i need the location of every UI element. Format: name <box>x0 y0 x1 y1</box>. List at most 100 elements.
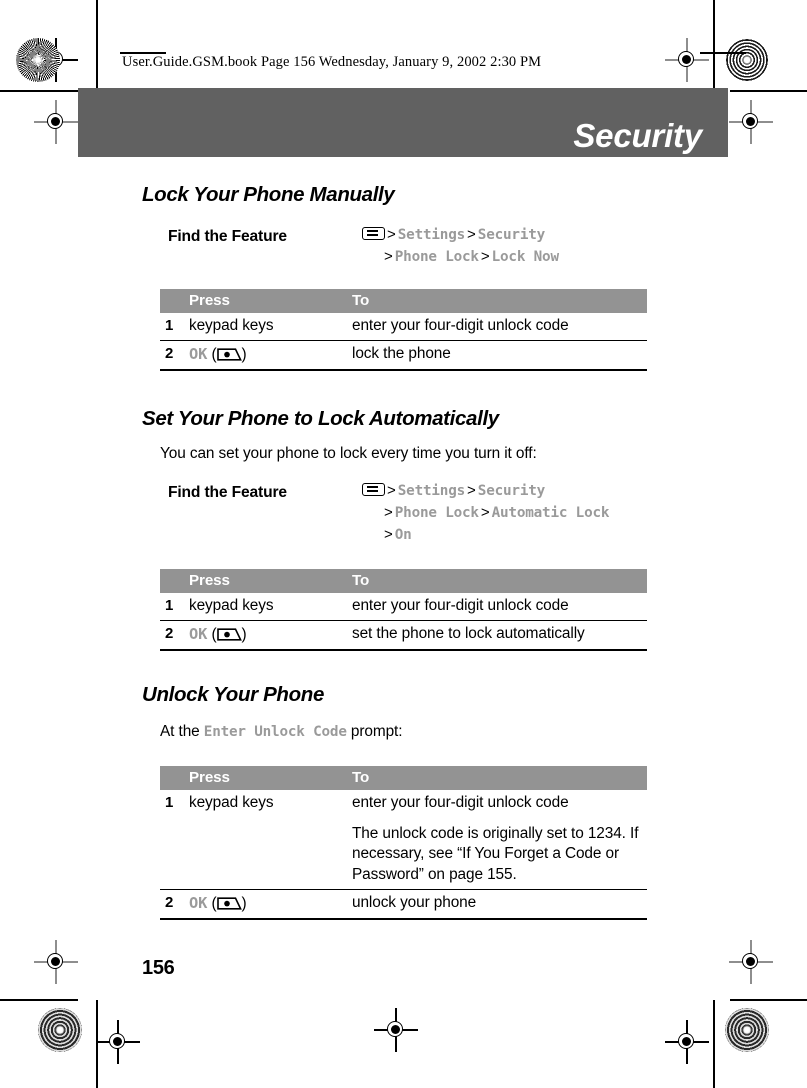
table-header-row: Press To <box>160 766 647 790</box>
step-press: OK () <box>189 340 352 372</box>
registration-target-bottom-right <box>725 1008 769 1052</box>
menu-path-item: Security <box>477 227 546 243</box>
table-header-to: To <box>352 769 370 786</box>
soft-key-paren-close: ) <box>241 346 247 364</box>
registration-mark-bottom-right-lower <box>665 1020 709 1064</box>
table-row: 2 OK () set the phone to lock automatica… <box>160 620 647 652</box>
menu-path-line: > On <box>384 526 412 543</box>
page-number: 156 <box>142 957 175 979</box>
menu-path-item: Phone Lock <box>394 249 479 265</box>
paragraph-text-after: prompt: <box>346 723 403 740</box>
trim-rule-bottom-left-vertical <box>96 1000 98 1088</box>
running-head-rule-right <box>700 52 746 54</box>
table-row: 2 OK () unlock your phone <box>160 889 647 920</box>
find-the-feature-label-1: Find the Feature <box>168 228 287 245</box>
registration-target-top-left <box>16 38 60 82</box>
table-header-press: Press <box>189 769 230 786</box>
table-header-number <box>160 766 189 790</box>
step-to-note: The unlock code is originally set to 123… <box>352 825 639 883</box>
section-heading-lock-your-phone-manually: Lock Your Phone Manually <box>142 183 395 206</box>
soft-key-paren-open: ( <box>207 895 217 912</box>
registration-mark-top-left-inner <box>34 100 78 144</box>
soft-key-icon <box>216 348 242 361</box>
trim-rule-top-left-horizontal <box>0 90 78 92</box>
find-the-feature-path-1: > Settings > Security > Phone Lock > Lock Now <box>362 224 692 268</box>
section-paragraph-2: You can set your phone to lock every tim… <box>160 445 537 462</box>
menu-path-line: > Settings > Security <box>362 224 692 246</box>
table-row: 1 keypad keys enter your four-digit unlo… <box>160 313 647 341</box>
step-press: keypad keys <box>189 317 274 334</box>
registration-mark-bottom-center <box>374 1008 418 1052</box>
trim-rule-top-left-vertical <box>96 0 98 90</box>
step-number: 2 <box>160 889 189 920</box>
registration-mark-top-right-inner <box>729 100 773 144</box>
table-header-row: Press To <box>160 289 647 313</box>
step-to: enter your four-digit unlock code <box>352 597 569 614</box>
section-heading-set-your-phone-to-lock-automatically: Set Your Phone to Lock Automatically <box>142 407 499 430</box>
step-number: 1 <box>165 597 174 614</box>
paragraph-text-before: At the <box>160 723 204 740</box>
table-row: 1 keypad keys enter your four-digit unlo… <box>160 790 647 890</box>
menu-path-item: Phone Lock <box>394 505 479 521</box>
registration-mark-top-left-outer <box>34 38 78 82</box>
trim-rule-top-right-vertical <box>713 0 715 90</box>
table-header-number <box>160 569 189 593</box>
chapter-title: Security <box>573 117 702 154</box>
step-number: 1 <box>165 317 174 334</box>
menu-path-line: > Phone Lock > Automatic Lock <box>384 504 610 521</box>
step-number: 2 <box>160 340 189 372</box>
step-press: keypad keys <box>189 597 274 614</box>
step-press: OK () <box>189 889 352 920</box>
menu-path-item: Security <box>477 483 546 499</box>
section-paragraph-3: At the Enter Unlock Code prompt: <box>160 723 402 741</box>
step-to: enter your four-digit unlock code <box>352 317 569 334</box>
step-number: 2 <box>160 620 189 652</box>
trim-rule-bottom-right-horizontal <box>730 999 807 1001</box>
soft-key-paren-close: ) <box>241 895 247 912</box>
menu-path-line: > Settings > Security <box>362 480 692 502</box>
find-the-feature-label-2: Find the Feature <box>168 484 287 501</box>
procedure-table-2: Press To 1 keypad keys enter your four-d… <box>160 569 647 652</box>
step-to: enter your four-digit unlock code The un… <box>352 790 647 890</box>
table-header-row: Press To <box>160 569 647 593</box>
find-the-feature-path-2: > Settings > Security > Phone Lock > Automatic… <box>362 480 692 546</box>
step-press: keypad keys <box>189 794 274 811</box>
menu-path-item: On <box>394 527 412 543</box>
table-header-to: To <box>352 572 370 589</box>
menu-key-icon <box>362 483 385 496</box>
registration-target-top-right <box>725 38 769 82</box>
soft-key-paren-open: ( <box>207 626 217 644</box>
step-to: set the phone to lock automatically <box>352 620 647 652</box>
soft-key-paren-close: ) <box>241 626 247 644</box>
section-heading-unlock-your-phone: Unlock Your Phone <box>142 683 324 706</box>
soft-key-label: OK <box>189 894 208 912</box>
step-number: 1 <box>165 794 174 811</box>
soft-key-icon <box>216 897 242 910</box>
table-header-number <box>160 289 189 313</box>
registration-mark-bottom-left-upper <box>34 940 78 984</box>
table-header-to: To <box>352 292 370 309</box>
soft-key-icon <box>216 628 242 641</box>
table-header-press: Press <box>189 292 230 309</box>
menu-path-item: Automatic Lock <box>491 505 610 521</box>
procedure-table-1: Press To 1 keypad keys enter your four-d… <box>160 289 647 372</box>
step-to: lock the phone <box>352 340 647 372</box>
soft-key-paren-open: ( <box>207 346 217 364</box>
trim-rule-bottom-left-horizontal <box>0 999 78 1001</box>
registration-mark-bottom-left-lower <box>96 1020 140 1064</box>
table-header-press: Press <box>189 572 230 589</box>
registration-mark-bottom-right-upper <box>729 940 773 984</box>
table-row: 2 OK () lock the phone <box>160 340 647 372</box>
step-to-text: enter your four-digit unlock code <box>352 794 569 811</box>
registration-mark-top-right-outer <box>665 38 709 82</box>
trim-rule-bottom-right-vertical <box>713 1000 715 1088</box>
procedure-table-3: Press To 1 keypad keys enter your four-d… <box>160 766 647 920</box>
soft-key-label: OK <box>189 345 208 364</box>
menu-key-icon <box>362 227 385 240</box>
table-row: 1 keypad keys enter your four-digit unlo… <box>160 593 647 621</box>
running-head: User.Guide.GSM.book Page 156 Wednesday, … <box>122 54 542 70</box>
prompt-name: Enter Unlock Code <box>203 724 347 740</box>
menu-path-item: Settings <box>397 227 466 243</box>
step-press: OK () <box>189 620 352 652</box>
menu-path-item: Settings <box>397 483 466 499</box>
